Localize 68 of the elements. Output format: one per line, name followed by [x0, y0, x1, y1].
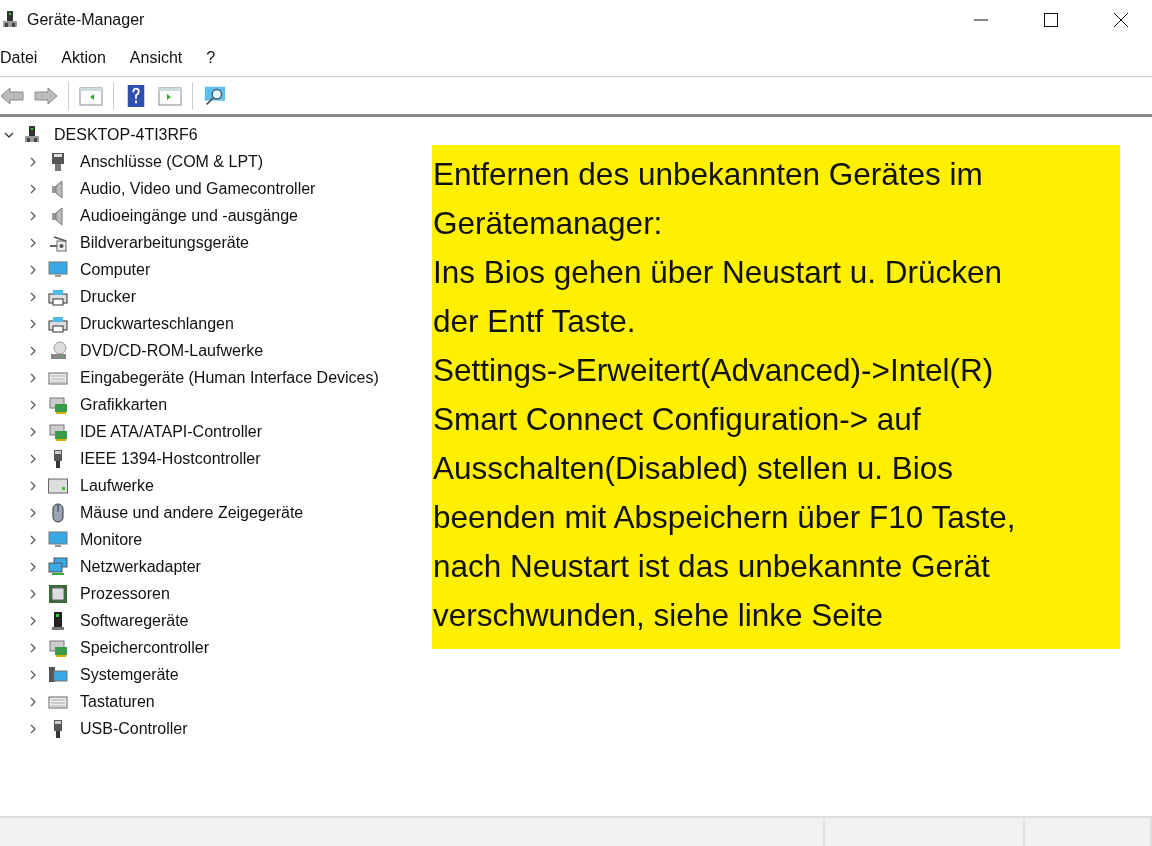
tree-item[interactable]: Grafikkarten — [80, 395, 168, 414]
expand-chevron-icon[interactable] — [28, 480, 38, 491]
expand-chevron-icon[interactable] — [28, 318, 38, 329]
computer-icon — [24, 125, 40, 144]
tree-item[interactable]: Bildverarbeitungsgeräte — [80, 233, 249, 252]
expand-chevron-icon[interactable] — [28, 399, 38, 410]
tree-item[interactable]: Systemgeräte — [80, 665, 179, 684]
tree-item[interactable]: Laufwerke — [80, 476, 154, 495]
tree-item[interactable]: Eingabegeräte (Human Interface Devices) — [80, 368, 379, 387]
network-icon — [48, 556, 68, 577]
expand-chevron-icon[interactable] — [28, 453, 38, 464]
tree-item[interactable]: Computer — [80, 260, 151, 279]
menu-item[interactable]: Aktion — [61, 49, 106, 67]
tree-item[interactable]: Audio, Video und Gamecontroller — [80, 179, 316, 198]
tree-item[interactable]: Netzwerkadapter — [80, 557, 201, 576]
expand-chevron-icon[interactable] — [28, 264, 38, 275]
expand-chevron-icon[interactable] — [28, 237, 38, 248]
computer-icon — [2, 11, 18, 29]
expansion-card-icon — [48, 421, 68, 442]
expand-chevron-icon[interactable] — [28, 291, 38, 302]
expand-chevron-icon[interactable] — [28, 561, 38, 572]
expand-chevron-icon[interactable] — [28, 669, 38, 680]
system-icon — [48, 664, 68, 685]
expand-chevron-icon[interactable] — [28, 534, 38, 545]
tree-item[interactable]: Speichercontroller — [80, 638, 209, 657]
tree-item[interactable]: USB-Controller — [80, 719, 188, 738]
window-title: Geräte-Manager — [27, 11, 145, 29]
expand-chevron-icon[interactable] — [28, 642, 38, 653]
expansion-card-icon — [48, 637, 68, 658]
tree-item[interactable]: DESKTOP-4TI3RF6 — [54, 125, 198, 144]
expand-chevron-icon[interactable] — [28, 507, 38, 518]
disc-drive-icon — [48, 340, 68, 361]
expand-chevron-icon[interactable] — [28, 696, 38, 707]
back-arrow-icon[interactable] — [0, 84, 24, 107]
tree-item[interactable]: Tastaturen — [80, 692, 155, 711]
monitor-magnifier-icon[interactable] — [203, 84, 227, 107]
tree-item[interactable]: Softwaregeräte — [80, 611, 189, 630]
expand-chevron-icon[interactable] — [28, 426, 38, 437]
monitor-icon — [48, 529, 68, 550]
drive-icon — [48, 475, 68, 496]
expansion-card-icon — [48, 394, 68, 415]
tree-item[interactable]: Audioeingänge und -ausgänge — [80, 206, 298, 225]
menu-item[interactable]: Ansicht — [129, 49, 183, 67]
tree-item[interactable]: Prozessoren — [80, 584, 170, 603]
tree-item[interactable]: Mäuse und andere Zeigegeräte — [80, 503, 304, 522]
expand-chevron-icon[interactable] — [28, 345, 38, 356]
tree-item[interactable]: Druckwarteschlangen — [80, 314, 234, 333]
tree-item[interactable]: DVD/CD-ROM-Laufwerke — [80, 341, 264, 360]
chip-icon — [48, 583, 68, 604]
expand-chevron-icon[interactable] — [28, 615, 38, 626]
forward-arrow-icon[interactable] — [34, 84, 58, 107]
expand-chevron-icon[interactable] — [28, 723, 38, 734]
menu-item[interactable]: Datei — [0, 49, 38, 67]
close-icon[interactable] — [1114, 13, 1128, 27]
tree-item[interactable]: Anschlüsse (COM & LPT) — [80, 152, 264, 171]
expand-chevron-icon[interactable] — [28, 156, 38, 167]
menu-item[interactable]: ? — [206, 49, 216, 67]
expand-chevron-icon[interactable] — [28, 183, 38, 194]
expand-chevron-icon[interactable] — [28, 372, 38, 383]
tree-item[interactable]: IDE ATA/ATAPI-Controller — [80, 422, 262, 441]
monitor-icon — [48, 259, 68, 280]
tree-item[interactable]: Drucker — [80, 287, 136, 306]
expand-chevron-icon[interactable] — [28, 588, 38, 599]
tree-item[interactable]: Monitore — [80, 530, 143, 549]
maximize-icon[interactable] — [1044, 13, 1058, 27]
expand-chevron-icon[interactable] — [28, 210, 38, 221]
tree-item[interactable]: IEEE 1394-Hostcontroller — [80, 449, 261, 468]
annotation-note: Entfernen des unbekannten Gerätes im Gerätemanager: Ins Bios gehen über Neustart u. Drücken der Entf Taste. Settings->Erweitert(Advanced)->Intel(R) Smart Connect Configuration-> auf Ausschalten(Disabled) stellen u. Bios beenden mit Abspeichern über F10 Taste, nach Neustart ist das unbekannte Gerät verschwunden, siehe linke Seite — [432, 145, 1120, 649]
